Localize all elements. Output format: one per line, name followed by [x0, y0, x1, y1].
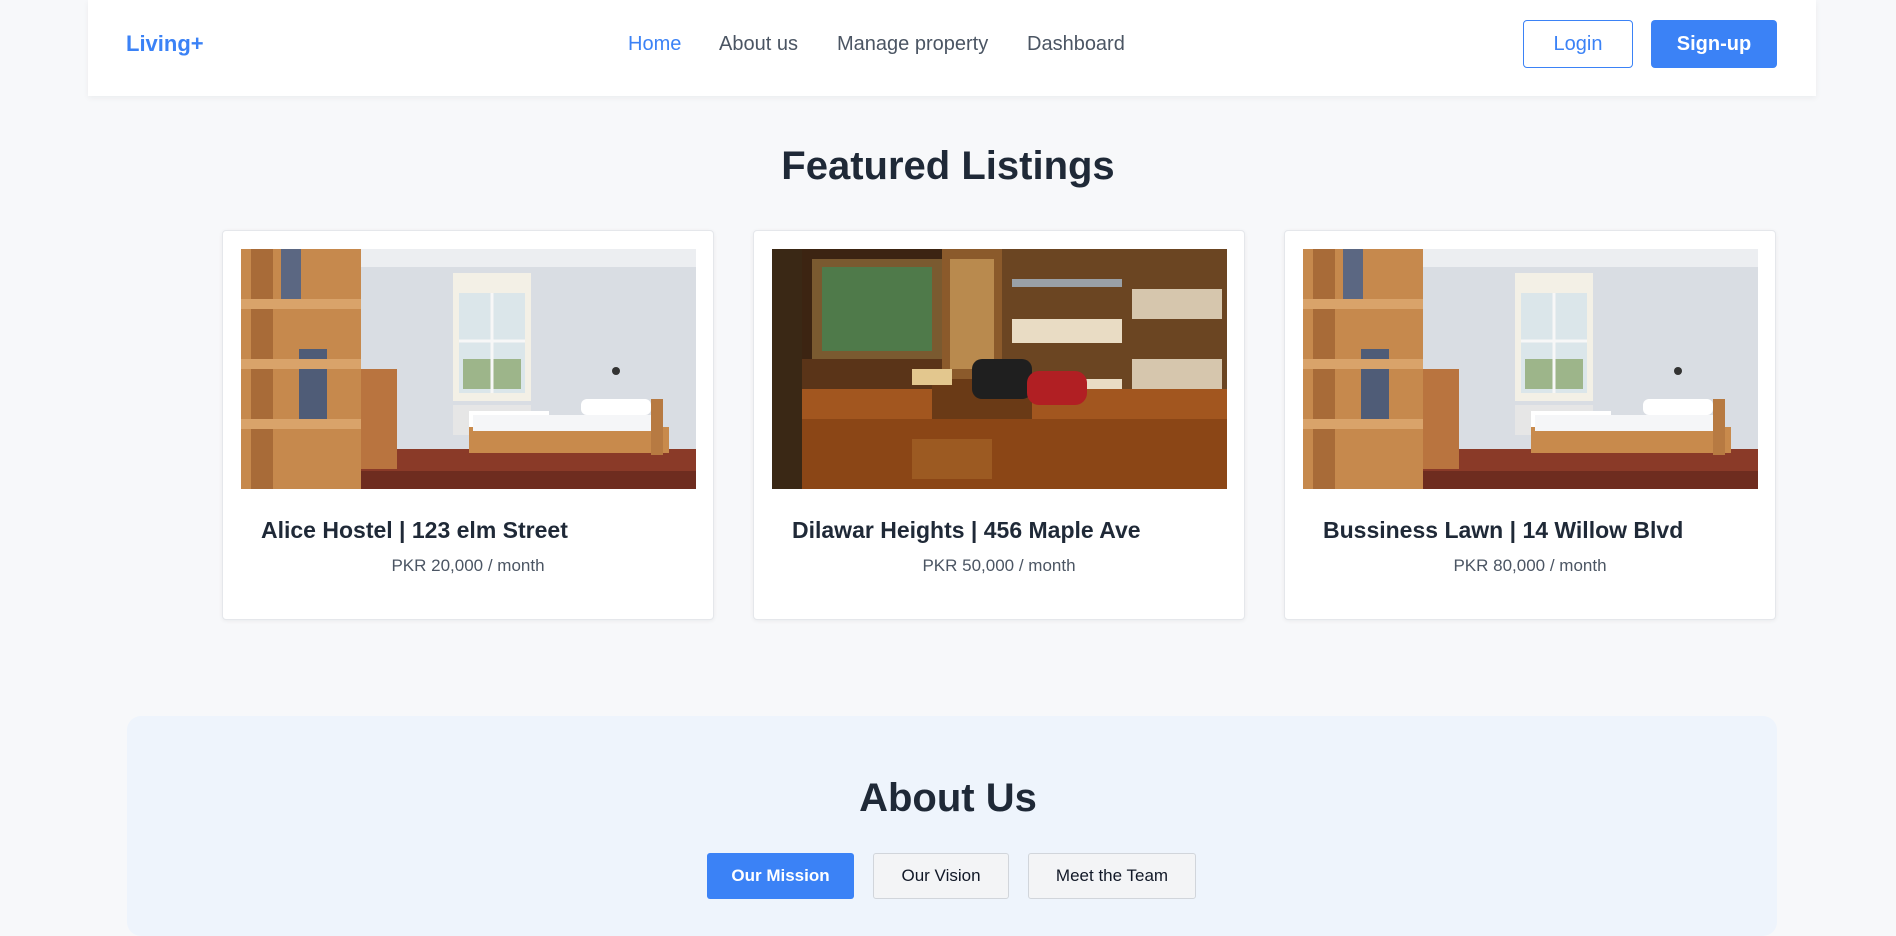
listing-card[interactable]: Alice Hostel | 123 elm Street PKR 20,000…: [222, 230, 714, 620]
about-us-section: [127, 716, 1777, 936]
featured-listings-title: Featured Listings: [781, 144, 1115, 188]
listing-name[interactable]: Bussiness Lawn | 14 Willow Blvd: [1323, 517, 1683, 544]
listing-photo[interactable]: [1303, 249, 1758, 489]
tab-our-vision[interactable]: Our Vision: [873, 853, 1009, 899]
nav-link-dashboard[interactable]: Dashboard: [1027, 33, 1125, 56]
bright-bunk-room-photo: [241, 249, 696, 489]
top-navbar: Living+ Home About us Manage property Da…: [88, 0, 1816, 96]
bright-bunk-room-photo: [1303, 249, 1758, 489]
listing-card[interactable]: Dilawar Heights | 456 Maple Ave PKR 50,0…: [753, 230, 1245, 620]
listing-photo[interactable]: [241, 249, 696, 489]
nav-link-about-us[interactable]: About us: [719, 33, 798, 56]
listing-price: PKR 50,000 / month: [922, 556, 1076, 575]
tab-our-mission[interactable]: Our Mission: [707, 853, 854, 899]
nav-link-home[interactable]: Home: [628, 33, 681, 56]
listing-price: PKR 20,000 / month: [391, 556, 545, 575]
listing-name[interactable]: Alice Hostel | 123 elm Street: [261, 517, 568, 544]
tab-meet-the-team[interactable]: Meet the Team: [1028, 853, 1196, 899]
about-us-title: About Us: [859, 776, 1037, 820]
signup-button[interactable]: Sign-up: [1651, 20, 1777, 68]
dorm-room-with-luggage-photo: [772, 249, 1227, 489]
listing-card[interactable]: Bussiness Lawn | 14 Willow Blvd PKR 80,0…: [1284, 230, 1776, 620]
login-button[interactable]: Login: [1523, 20, 1633, 68]
listing-photo[interactable]: [772, 249, 1227, 489]
nav-link-manage-property[interactable]: Manage property: [837, 33, 988, 56]
listing-price: PKR 80,000 / month: [1453, 556, 1607, 575]
listing-name[interactable]: Dilawar Heights | 456 Maple Ave: [792, 517, 1141, 544]
